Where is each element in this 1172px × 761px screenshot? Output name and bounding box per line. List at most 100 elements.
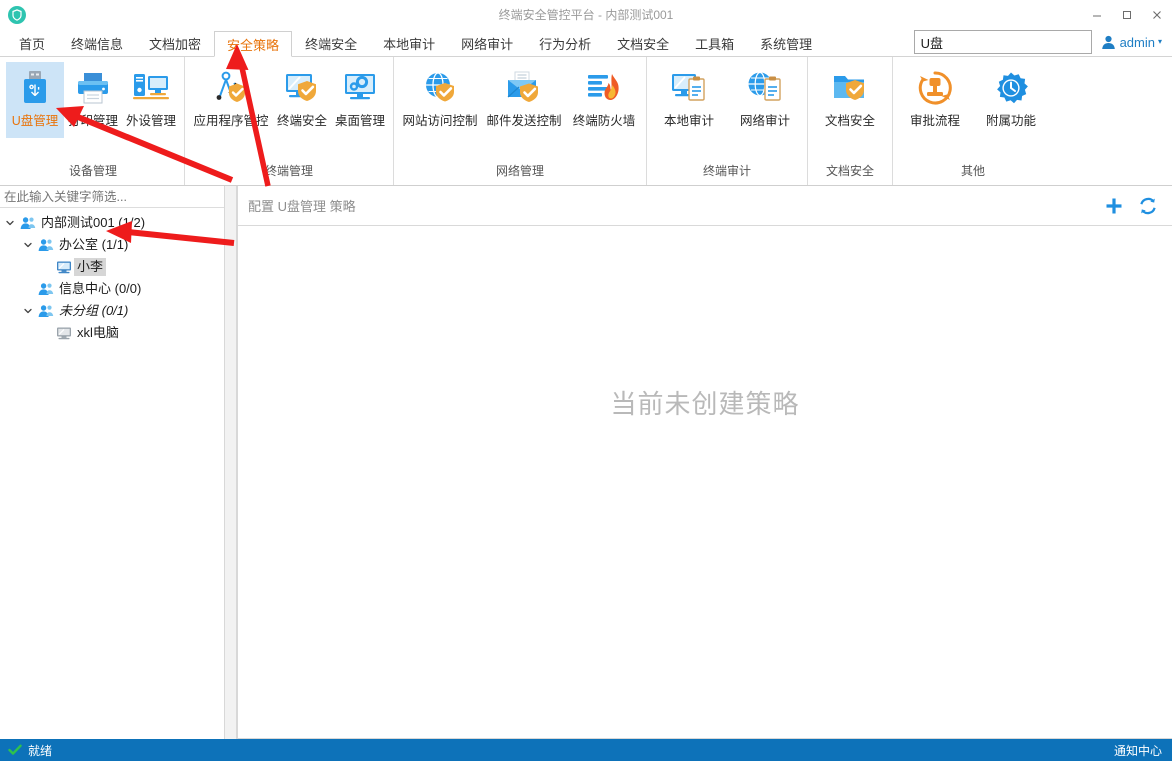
main-body: 内部测试001 (1/2) 办公室 (1/1) xyxy=(0,186,1172,739)
panel-splitter[interactable] xyxy=(225,186,237,739)
ribbon-item-document-security[interactable]: 文档安全 xyxy=(812,62,888,138)
group-icon xyxy=(18,216,38,230)
tab-security-policy[interactable]: 安全策略 xyxy=(214,31,293,57)
tree-node-internal-test-001[interactable]: 内部测试001 (1/2) xyxy=(0,212,224,234)
ribbon-group-items: 审批流程 附属功能 xyxy=(897,57,1049,161)
ribbon-item-desktop-management[interactable]: 桌面管理 xyxy=(331,62,389,138)
document-security-icon xyxy=(830,68,870,108)
tab-network-audit[interactable]: 网络审计 xyxy=(448,30,526,56)
device-tree: 内部测试001 (1/2) 办公室 (1/1) 小李 信息中心 (0/0) 未分… xyxy=(0,208,224,739)
ribbon-item-label: 外设管理 xyxy=(125,114,176,128)
tree-node-office[interactable]: 办公室 (1/1) xyxy=(0,234,224,256)
tab-terminal-info[interactable]: 终端信息 xyxy=(58,30,136,56)
tree-node-label: 内部测试001 (1/2) xyxy=(41,215,146,230)
ribbon-group-label: 其他 xyxy=(960,164,985,178)
device-tree-panel: 内部测试001 (1/2) 办公室 (1/1) xyxy=(0,186,225,739)
top-right-controls: admin ▾ xyxy=(913,30,1166,54)
tree-node-label: 办公室 (1/1) xyxy=(59,237,129,252)
chevron-down-icon[interactable]: ▾ xyxy=(1158,38,1162,46)
ribbon-group-label: 网络管理 xyxy=(495,164,544,178)
ribbon-item-mail-control[interactable]: 邮件发送控制 xyxy=(482,62,566,138)
web-access-control-icon xyxy=(420,68,460,108)
tree-node-xiaoli[interactable]: 小李 xyxy=(0,256,224,278)
content-header: 配置 U盘管理 策略 xyxy=(238,186,1172,226)
computer-offline-icon xyxy=(54,326,74,340)
empty-state-message: 当前未创建策略 xyxy=(610,388,800,419)
tab-home[interactable]: 首页 xyxy=(6,30,58,56)
ribbon-item-label: 应用程序管控 xyxy=(193,114,269,128)
close-icon[interactable] xyxy=(1142,0,1172,30)
ribbon-item-extra-features[interactable]: 附属功能 xyxy=(973,62,1049,138)
mail-control-icon xyxy=(504,68,544,108)
ribbon-item-terminal-security[interactable]: 终端安全 xyxy=(273,62,331,138)
ribbon-group-items: 文档安全 xyxy=(812,57,888,161)
ribbon-item-web-access-control[interactable]: 网站访问控制 xyxy=(398,62,482,138)
tab-document-encryption[interactable]: 文档加密 xyxy=(136,30,214,56)
policy-list-area: 当前未创建策略 xyxy=(238,226,1172,738)
check-icon xyxy=(8,744,22,756)
app-control-icon xyxy=(211,68,251,108)
ribbon-item-network-audit[interactable]: 网络审计 xyxy=(727,62,803,138)
usb-drive-icon xyxy=(15,68,55,108)
chevron-down-icon[interactable] xyxy=(20,306,36,316)
ribbon-group-items: 应用程序管控 终端安全 桌面管理 xyxy=(189,57,389,161)
network-audit-icon xyxy=(745,68,785,108)
tree-filter-input[interactable] xyxy=(0,186,224,208)
tab-behavior-analysis[interactable]: 行为分析 xyxy=(526,30,604,56)
status-ready: 就绪 xyxy=(8,742,52,759)
main-menu-tabs: 首页 终端信息 文档加密 安全策略 终端安全 本地审计 网络审计 行为分析 文档… xyxy=(0,30,1172,57)
ribbon-group-items: 网站访问控制 邮件发送控制 终端防火墙 xyxy=(398,57,642,161)
ribbon-toolbar: U盘管理 打印管理 外设管理 设备管理 应用程序管控 终端安全 桌面管理 终端管… xyxy=(0,57,1172,186)
tree-node-ungrouped[interactable]: 未分组 (0/1) xyxy=(0,300,224,322)
printer-icon xyxy=(73,68,113,108)
tree-node-info-center[interactable]: 信息中心 (0/0) xyxy=(0,278,224,300)
ribbon-item-label: 邮件发送控制 xyxy=(486,114,562,128)
group-icon xyxy=(36,282,56,296)
tab-label: 本地审计 xyxy=(383,37,436,52)
ribbon-item-label: 文档安全 xyxy=(824,114,875,128)
ribbon-group-terminal-audit: 本地审计 网络审计 终端审计 xyxy=(646,57,807,185)
tab-local-audit[interactable]: 本地审计 xyxy=(370,30,448,56)
ribbon-item-terminal-firewall[interactable]: 终端防火墙 xyxy=(566,62,642,138)
policy-content-panel: 配置 U盘管理 策略 当前未创建策略 xyxy=(237,186,1172,739)
ribbon-item-label: 终端防火墙 xyxy=(572,114,636,128)
search-input[interactable] xyxy=(913,30,1092,54)
desktop-management-icon xyxy=(340,68,380,108)
ribbon-group-label: 文档安全 xyxy=(825,164,874,178)
computer-online-icon xyxy=(54,260,74,274)
ribbon-item-local-audit[interactable]: 本地审计 xyxy=(651,62,727,138)
plus-icon[interactable] xyxy=(1104,196,1124,216)
user-name-label: admin xyxy=(1119,34,1155,50)
tab-toolbox[interactable]: 工具箱 xyxy=(682,30,747,56)
tab-document-security[interactable]: 文档安全 xyxy=(604,30,682,56)
chevron-down-icon[interactable] xyxy=(2,218,18,228)
ribbon-group-document-security: 文档安全 文档安全 xyxy=(807,57,892,185)
user-menu[interactable]: admin ▾ xyxy=(1100,34,1166,51)
endpoint-security-icon xyxy=(282,68,322,108)
ribbon-group-other: 审批流程 附属功能 其他 xyxy=(892,57,1053,185)
ribbon-item-application-control[interactable]: 应用程序管控 xyxy=(189,62,273,138)
maximize-icon[interactable] xyxy=(1112,0,1142,30)
notification-center-link[interactable]: 通知中心 xyxy=(1114,742,1162,759)
window-title: 终端安全管控平台 - 内部测试001 xyxy=(498,8,674,22)
application-window: 终端安全管控平台 - 内部测试001 首页 终端信息 文档加密 安全策略 终端安… xyxy=(0,0,1172,761)
ribbon-item-usb-management[interactable]: U盘管理 xyxy=(6,62,64,138)
ribbon-group-terminal-management: 应用程序管控 终端安全 桌面管理 终端管理 xyxy=(184,57,393,185)
peripheral-device-icon xyxy=(131,68,171,108)
ribbon-item-print-management[interactable]: 打印管理 xyxy=(64,62,122,138)
tree-node-xkl-computer[interactable]: xkl电脑 xyxy=(0,322,224,344)
tab-terminal-security[interactable]: 终端安全 xyxy=(292,30,370,56)
refresh-icon[interactable] xyxy=(1138,196,1158,216)
chevron-down-icon[interactable] xyxy=(20,240,36,250)
minimize-icon[interactable] xyxy=(1082,0,1112,30)
ribbon-item-peripheral-management[interactable]: 外设管理 xyxy=(122,62,180,138)
group-icon xyxy=(36,238,56,252)
title-bar: 终端安全管控平台 - 内部测试001 xyxy=(0,0,1172,30)
ribbon-item-label: 本地审计 xyxy=(663,114,714,128)
tab-label: 安全策略 xyxy=(227,37,280,53)
ribbon-item-label: 附属功能 xyxy=(985,114,1036,128)
tree-node-label: xkl电脑 xyxy=(77,325,119,340)
tab-system-management[interactable]: 系统管理 xyxy=(747,30,825,56)
tab-label: 终端信息 xyxy=(71,37,124,52)
ribbon-item-approval-workflow[interactable]: 审批流程 xyxy=(897,62,973,138)
